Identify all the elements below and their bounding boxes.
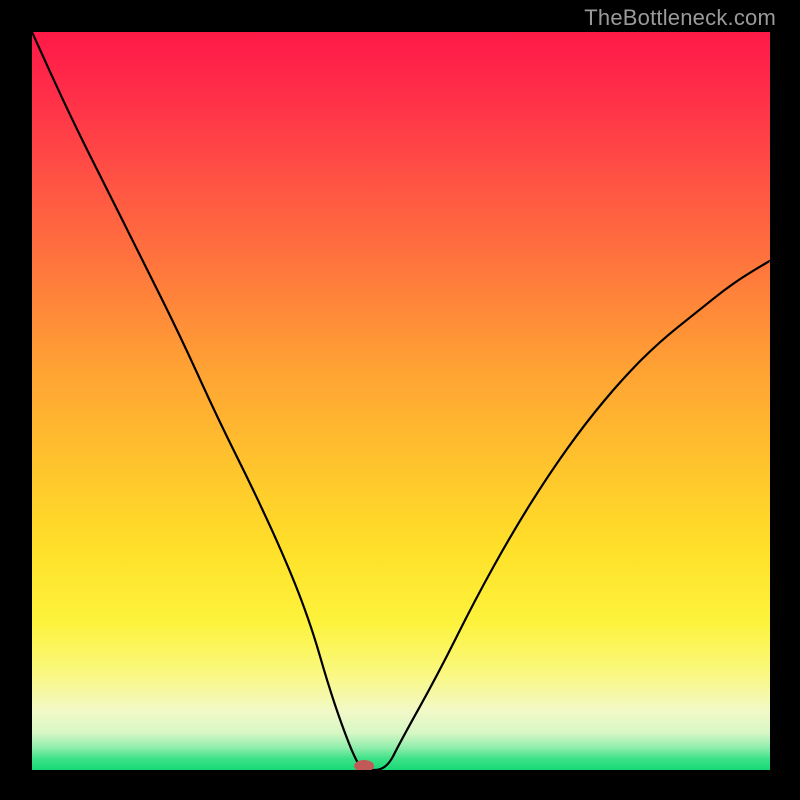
minimum-marker	[354, 760, 374, 770]
bottleneck-curve	[32, 32, 770, 770]
chart-frame: TheBottleneck.com	[0, 0, 800, 800]
watermark-text: TheBottleneck.com	[584, 5, 776, 31]
curve-svg	[32, 32, 770, 770]
plot-area	[32, 32, 770, 770]
